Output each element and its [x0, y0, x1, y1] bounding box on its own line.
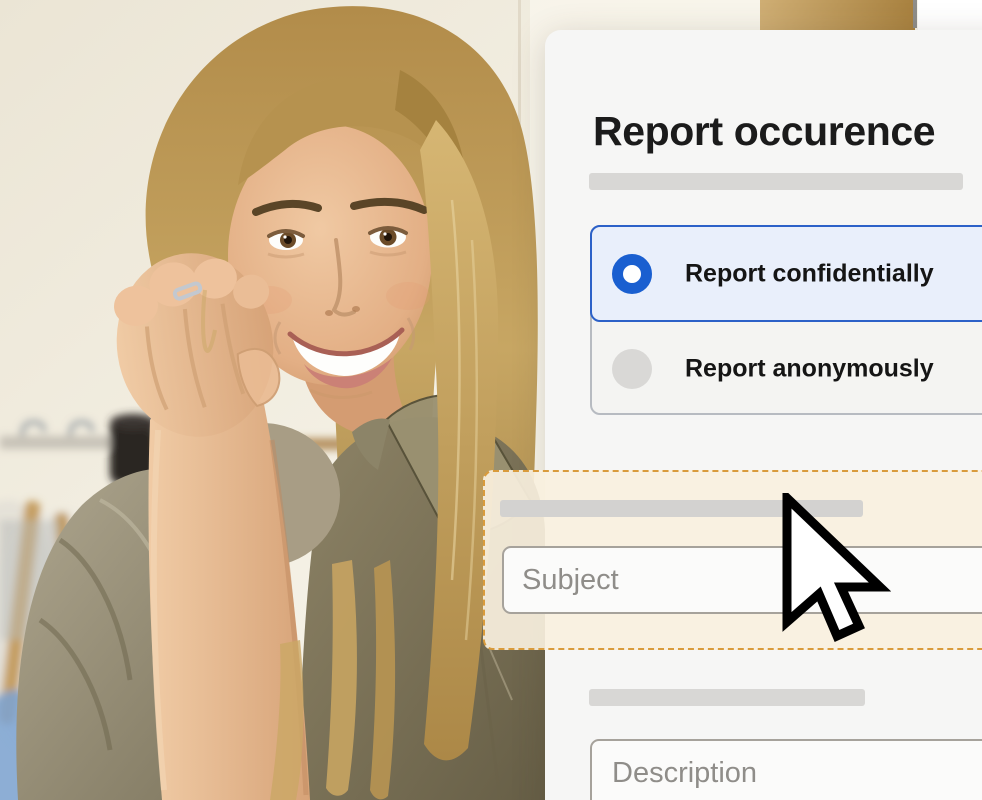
screen: Report occurence Report confidentially R…	[0, 0, 982, 800]
radio-selected-icon	[612, 254, 652, 294]
radio-option-confidentially[interactable]: Report confidentially	[590, 225, 982, 322]
subject-section-highlight	[483, 470, 982, 650]
subject-input[interactable]	[502, 546, 982, 614]
description-input[interactable]	[590, 739, 982, 800]
photo-top-frame	[760, 0, 915, 32]
text-placeholder-bar	[589, 689, 865, 706]
text-placeholder-bar	[500, 500, 863, 517]
radio-unselected-icon	[612, 349, 652, 389]
report-form-card: Report occurence Report confidentially R…	[545, 30, 982, 800]
text-placeholder-bar	[589, 173, 963, 190]
radio-option-label: Report anonymously	[685, 354, 934, 383]
radio-option-label: Report confidentially	[685, 259, 934, 288]
radio-option-anonymously[interactable]: Report anonymously	[592, 320, 982, 417]
form-title: Report occurence	[593, 108, 935, 155]
report-type-radio-group: Report confidentially Report anonymously	[590, 225, 982, 415]
